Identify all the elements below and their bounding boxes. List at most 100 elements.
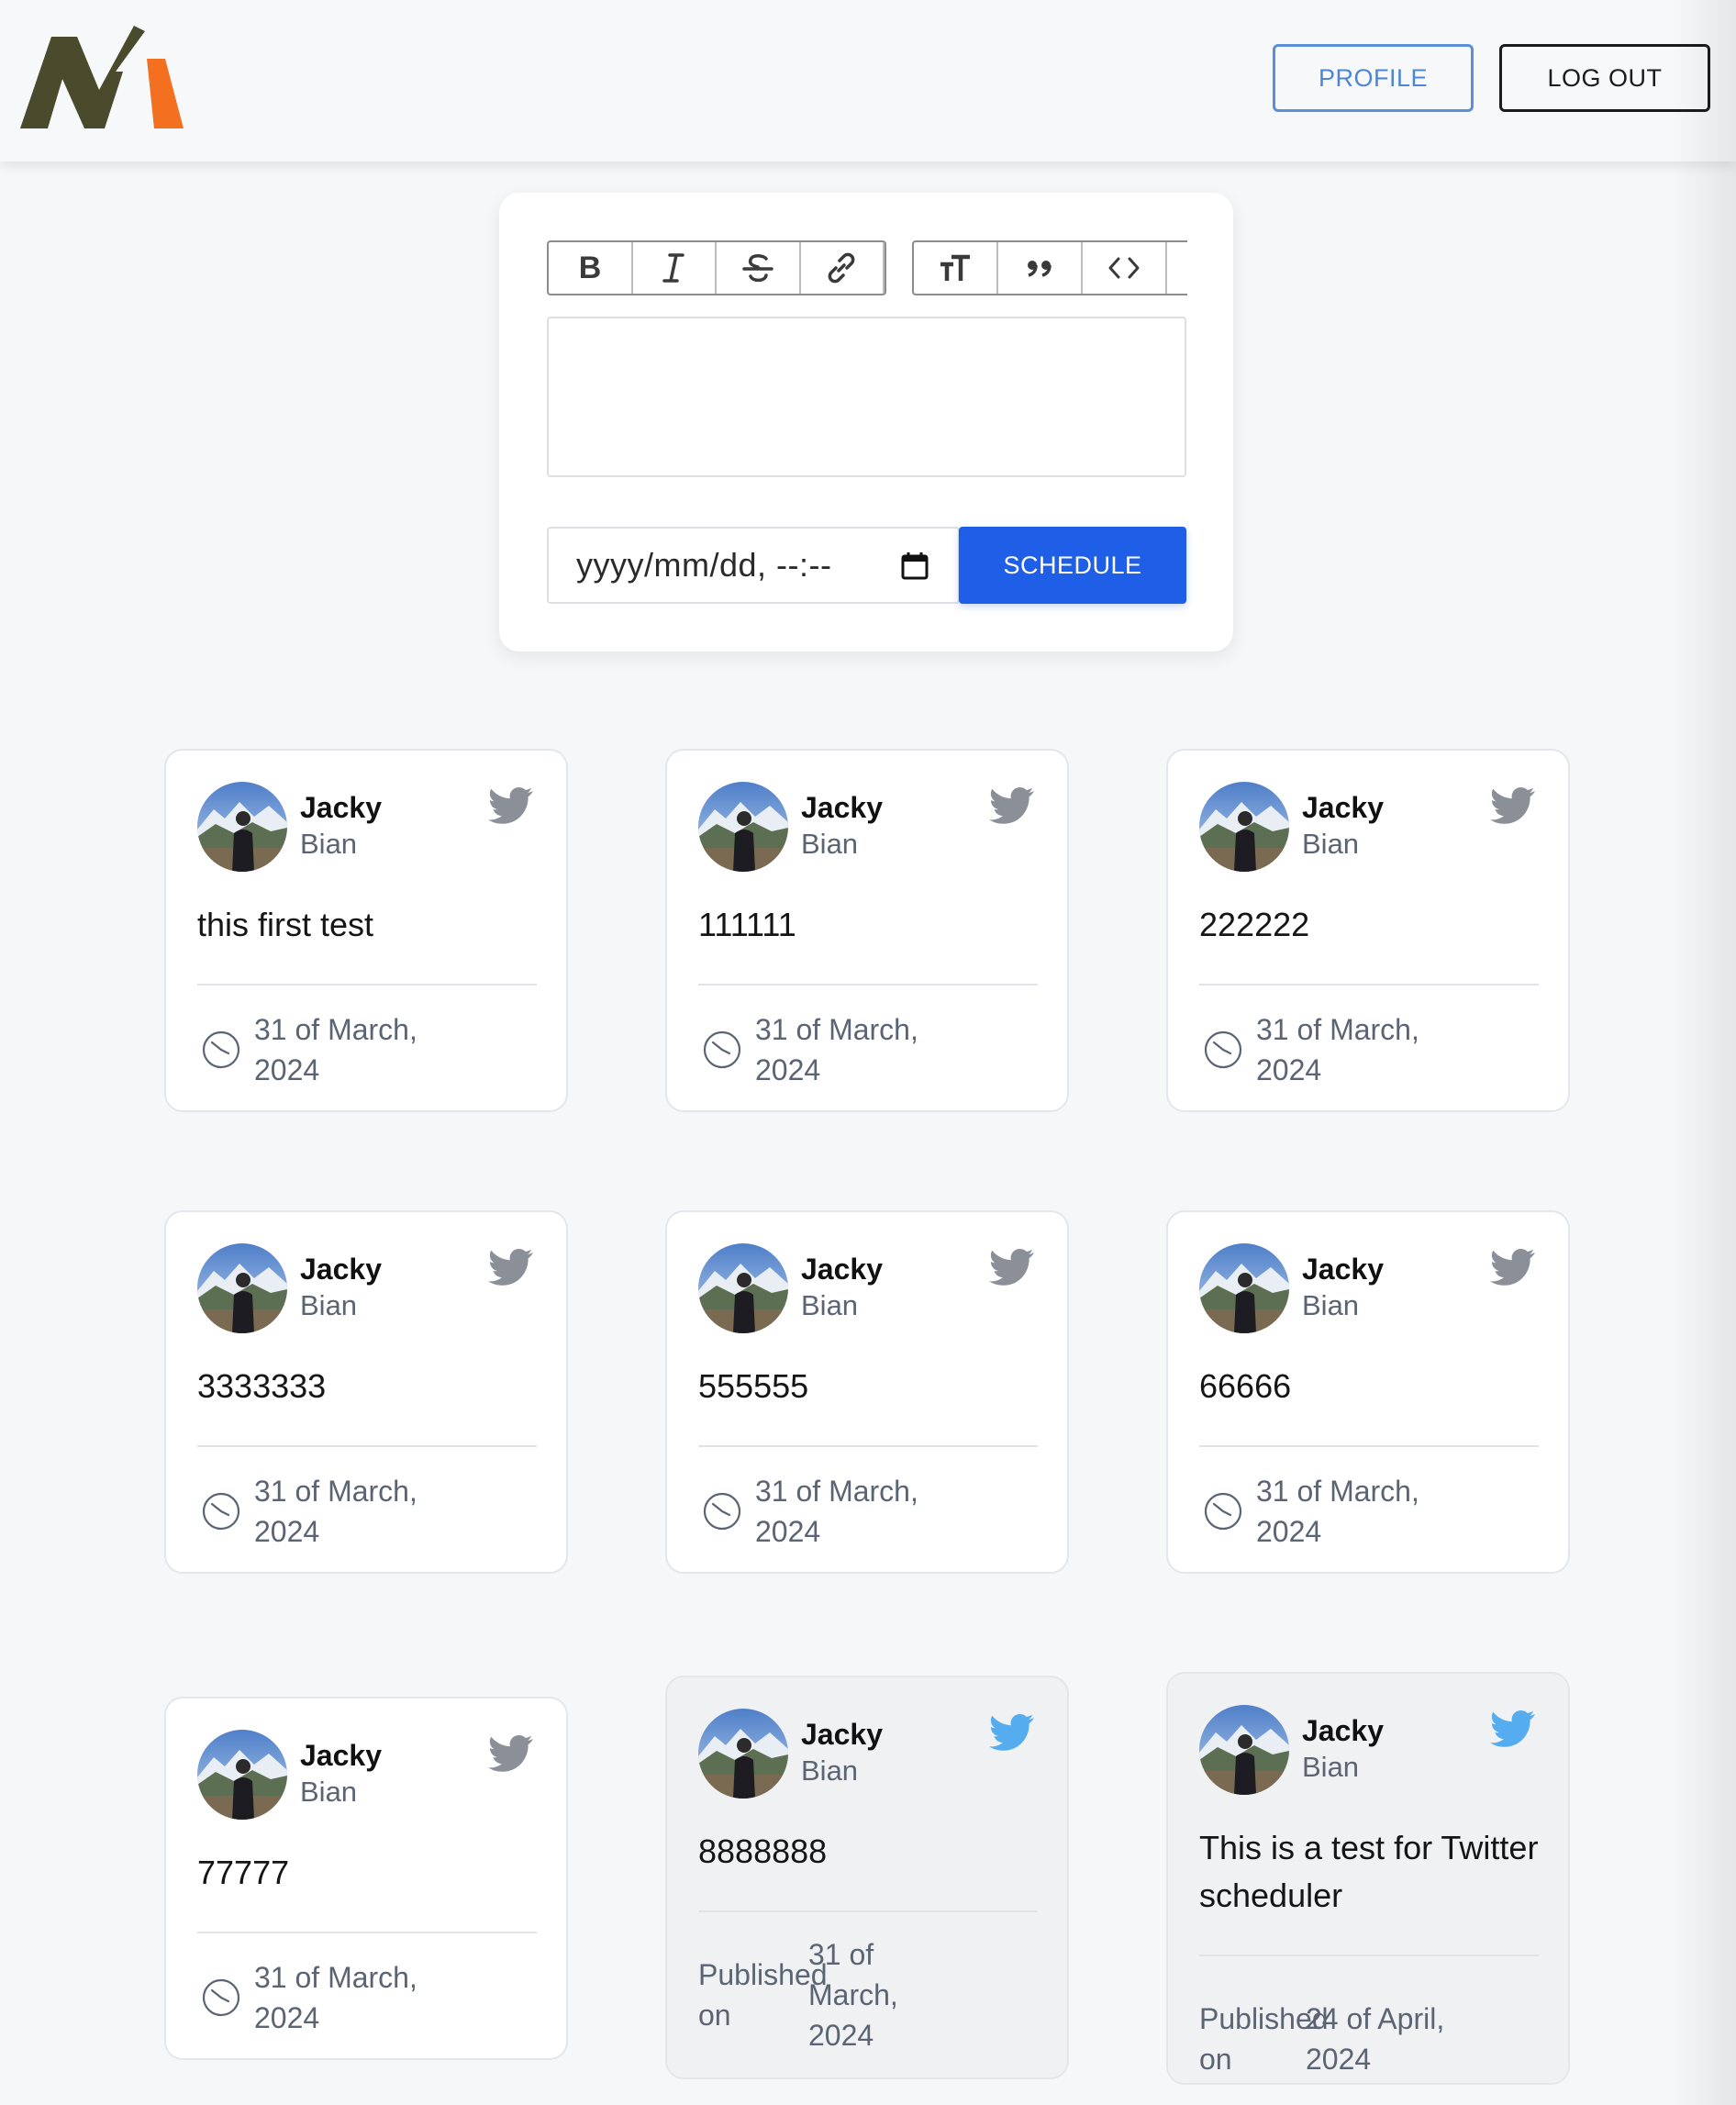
twitter-bird-icon — [989, 1714, 1034, 1751]
avatar[interactable] — [698, 1709, 788, 1799]
post-text: 111111 — [698, 906, 796, 943]
author-first-name: Jacky — [801, 791, 883, 824]
avatar-photo — [197, 1730, 287, 1820]
twitter-bird-icon — [488, 787, 533, 824]
twitter-bird-icon — [989, 1249, 1034, 1286]
post-card[interactable]: Jacky Bian This is a test for Twitter sche… — [1166, 1672, 1570, 2085]
card-divider — [698, 1445, 1038, 1447]
card-divider — [1199, 1445, 1539, 1447]
post-card[interactable]: Jacky Bian this first test 31 of March, 202… — [164, 749, 568, 1112]
avatar[interactable] — [1199, 1243, 1289, 1333]
post-text: 3333333 — [197, 1367, 327, 1405]
avatar[interactable] — [698, 1243, 788, 1333]
svg-text:B: B — [578, 251, 601, 285]
avatar-photo — [1199, 782, 1289, 872]
avatar-photo — [197, 1243, 287, 1333]
post-text: 555555 — [698, 1367, 809, 1405]
italic-icon — [662, 253, 684, 283]
avatar[interactable] — [197, 1730, 287, 1820]
post-card[interactable]: Jacky Bian 111111 31 of March, 2024 — [665, 749, 1069, 1112]
author-last-name: Bian — [801, 1289, 859, 1321]
scheduled-date: 31 of March, 2024 — [1256, 1013, 1419, 1086]
code-icon — [1108, 257, 1140, 279]
published-date: 24 of April, 2024 — [1306, 2002, 1445, 2076]
post-card[interactable]: Jacky Bian 8888888 Published on 31 of March,… — [665, 1676, 1069, 2079]
calendar-icon[interactable] — [899, 551, 930, 582]
avatar-photo — [698, 1243, 788, 1333]
post-text: 77777 — [197, 1854, 290, 1891]
post-card[interactable]: Jacky Bian 3333333 31 of March, 2024 — [164, 1210, 568, 1574]
avatar-photo — [1199, 1243, 1289, 1333]
quote-icon — [1028, 261, 1052, 277]
avatar-photo — [698, 782, 788, 872]
post-text: This is a test for Twitter scheduler — [1199, 1829, 1539, 1914]
schedule-datetime-input[interactable]: yyyy/mm/dd, --:-- — [547, 527, 960, 604]
avatar[interactable] — [1199, 1705, 1289, 1795]
top-bar: PROFILE LOG OUT — [0, 0, 1736, 161]
scheduled-date: 31 of March, 2024 — [254, 1013, 417, 1086]
tweet-composer: B yyyy/mm/dd, --:-- SCHEDULE — [499, 193, 1233, 652]
card-divider — [698, 1910, 1038, 1912]
author-first-name: Jacky — [1302, 791, 1384, 824]
clock-icon — [202, 1492, 240, 1531]
link-button[interactable] — [801, 242, 885, 294]
author-last-name: Bian — [300, 828, 358, 860]
post-card[interactable]: Jacky Bian 66666 31 of March, 2024 — [1166, 1210, 1570, 1574]
post-text: 8888888 — [698, 1832, 828, 1870]
twitter-bird-icon — [488, 1735, 533, 1772]
schedule-button[interactable]: SCHEDULE — [959, 527, 1186, 604]
clock-icon — [703, 1492, 741, 1531]
scheduled-date: 31 of March, 2024 — [254, 1961, 417, 2034]
bold-button[interactable]: B — [549, 242, 633, 294]
twitter-bird-icon — [1490, 1710, 1535, 1747]
scheduled-date: 31 of March, 2024 — [254, 1475, 417, 1548]
post-card[interactable]: Jacky Bian 222222 31 of March, 2024 — [1166, 749, 1570, 1112]
post-text: this first test — [197, 906, 374, 943]
profile-button[interactable]: PROFILE — [1273, 44, 1474, 112]
edge-shadow — [1672, 0, 1736, 2105]
scheduled-date: 31 of March, 2024 — [755, 1013, 918, 1086]
card-divider — [1199, 1955, 1539, 1956]
tweet-text-area[interactable] — [547, 317, 1186, 477]
avatar-photo — [1199, 1705, 1289, 1795]
avatar[interactable] — [197, 782, 287, 872]
clock-icon — [202, 1978, 240, 2017]
scheduled-date: 31 of March, 2024 — [755, 1475, 918, 1548]
quote-button[interactable] — [998, 242, 1083, 294]
block-toolbar — [912, 240, 1187, 295]
heading-button[interactable] — [914, 242, 998, 294]
strikethrough-icon — [742, 254, 773, 283]
italic-button[interactable] — [633, 242, 717, 294]
twitter-bird-icon — [989, 787, 1034, 824]
author-last-name: Bian — [801, 1754, 859, 1787]
post-card[interactable]: Jacky Bian 77777 31 of March, 2024 — [164, 1697, 568, 2060]
author-last-name: Bian — [1302, 828, 1360, 860]
avatar-photo — [197, 782, 287, 872]
author-last-name: Bian — [1302, 1289, 1360, 1321]
avatar[interactable] — [698, 782, 788, 872]
scheduled-date: 31 of March, 2024 — [1256, 1475, 1419, 1548]
published-date: 31 of March, 2024 — [808, 1938, 898, 2052]
avatar-photo — [698, 1709, 788, 1799]
bold-icon: B — [578, 251, 601, 285]
formatting-toolbar: B — [547, 240, 886, 295]
author-first-name: Jacky — [1302, 1253, 1384, 1286]
author-last-name: Bian — [300, 1776, 358, 1808]
brand-logo[interactable] — [20, 26, 185, 128]
avatar[interactable] — [1199, 782, 1289, 872]
clock-icon — [1204, 1030, 1242, 1069]
page: PROFILE LOG OUT B yyyy/mm/dd, --:-- SCHE… — [0, 0, 1736, 2105]
strikethrough-button[interactable] — [717, 242, 801, 294]
clock-icon — [1204, 1492, 1242, 1531]
post-card[interactable]: Jacky Bian 555555 31 of March, 2024 — [665, 1210, 1069, 1574]
author-first-name: Jacky — [300, 791, 382, 824]
card-divider — [197, 984, 537, 986]
author-last-name: Bian — [300, 1289, 358, 1321]
datetime-placeholder: yyyy/mm/dd, --:-- — [576, 546, 832, 584]
avatar[interactable] — [197, 1243, 287, 1333]
code-button[interactable] — [1083, 242, 1167, 294]
card-divider — [698, 984, 1038, 986]
card-divider — [197, 1445, 537, 1447]
post-text: 66666 — [1199, 1367, 1292, 1405]
logout-button[interactable]: LOG OUT — [1499, 44, 1710, 112]
